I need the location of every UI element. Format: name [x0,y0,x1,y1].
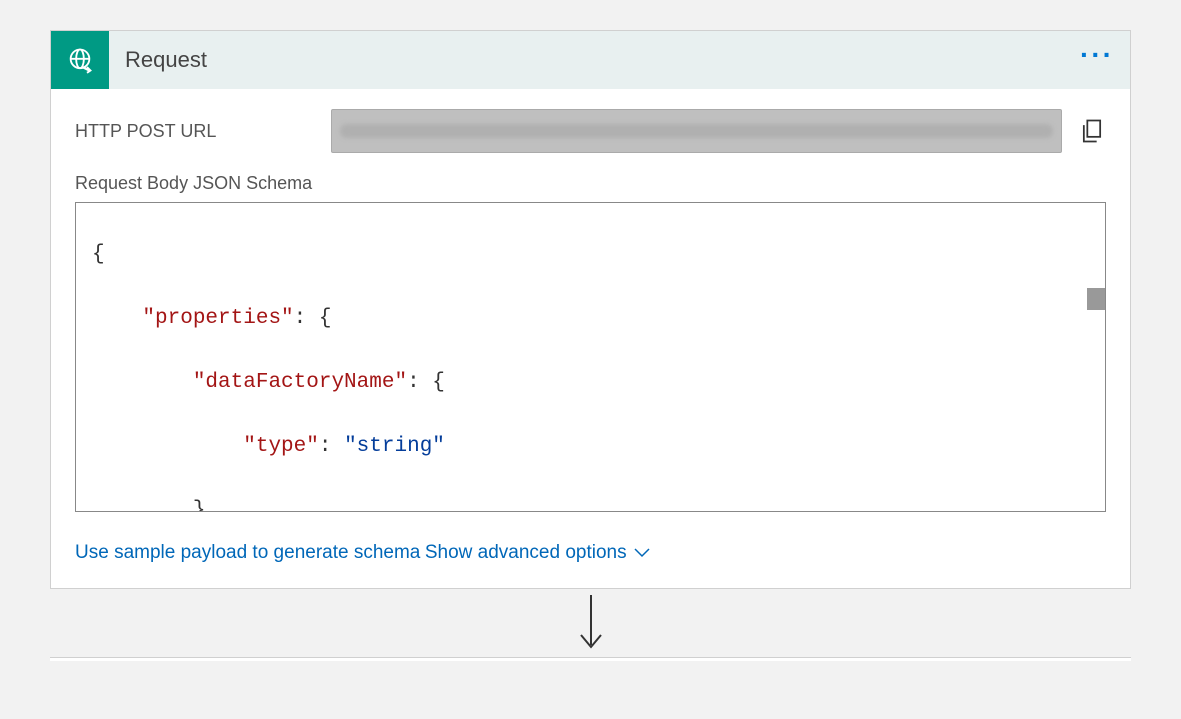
flow-arrow-icon [50,593,1131,653]
request-icon [51,31,109,89]
schema-label: Request Body JSON Schema [75,173,1106,194]
request-card: Request ··· HTTP POST URL Request Body J… [50,30,1131,589]
show-advanced-options-link[interactable]: Show advanced options [425,542,651,564]
http-post-url-field[interactable] [331,109,1062,153]
copy-icon[interactable] [1078,117,1106,145]
card-body: HTTP POST URL Request Body JSON Schema {… [51,89,1130,588]
next-card-top [50,657,1131,661]
card-header: Request ··· [51,31,1130,89]
link-text: Show advanced options [425,542,627,564]
link-text: Use sample payload to generate schema [75,542,420,564]
scrollbar-thumb[interactable] [1087,288,1105,310]
chevron-down-icon [633,542,651,564]
http-post-url-label: HTTP POST URL [75,121,315,142]
card-title: Request [125,47,1080,73]
use-sample-payload-link[interactable]: Use sample payload to generate schema [75,542,420,564]
code-key: "dataFactoryName" [193,371,407,394]
code-key: "properties" [142,307,293,330]
code-key: "type" [243,435,319,458]
json-schema-editor[interactable]: { "properties": { "dataFactoryName": { "… [75,202,1106,512]
http-post-url-row: HTTP POST URL [75,109,1106,153]
more-menu-icon[interactable]: ··· [1080,50,1114,70]
code-value: "string" [344,435,445,458]
